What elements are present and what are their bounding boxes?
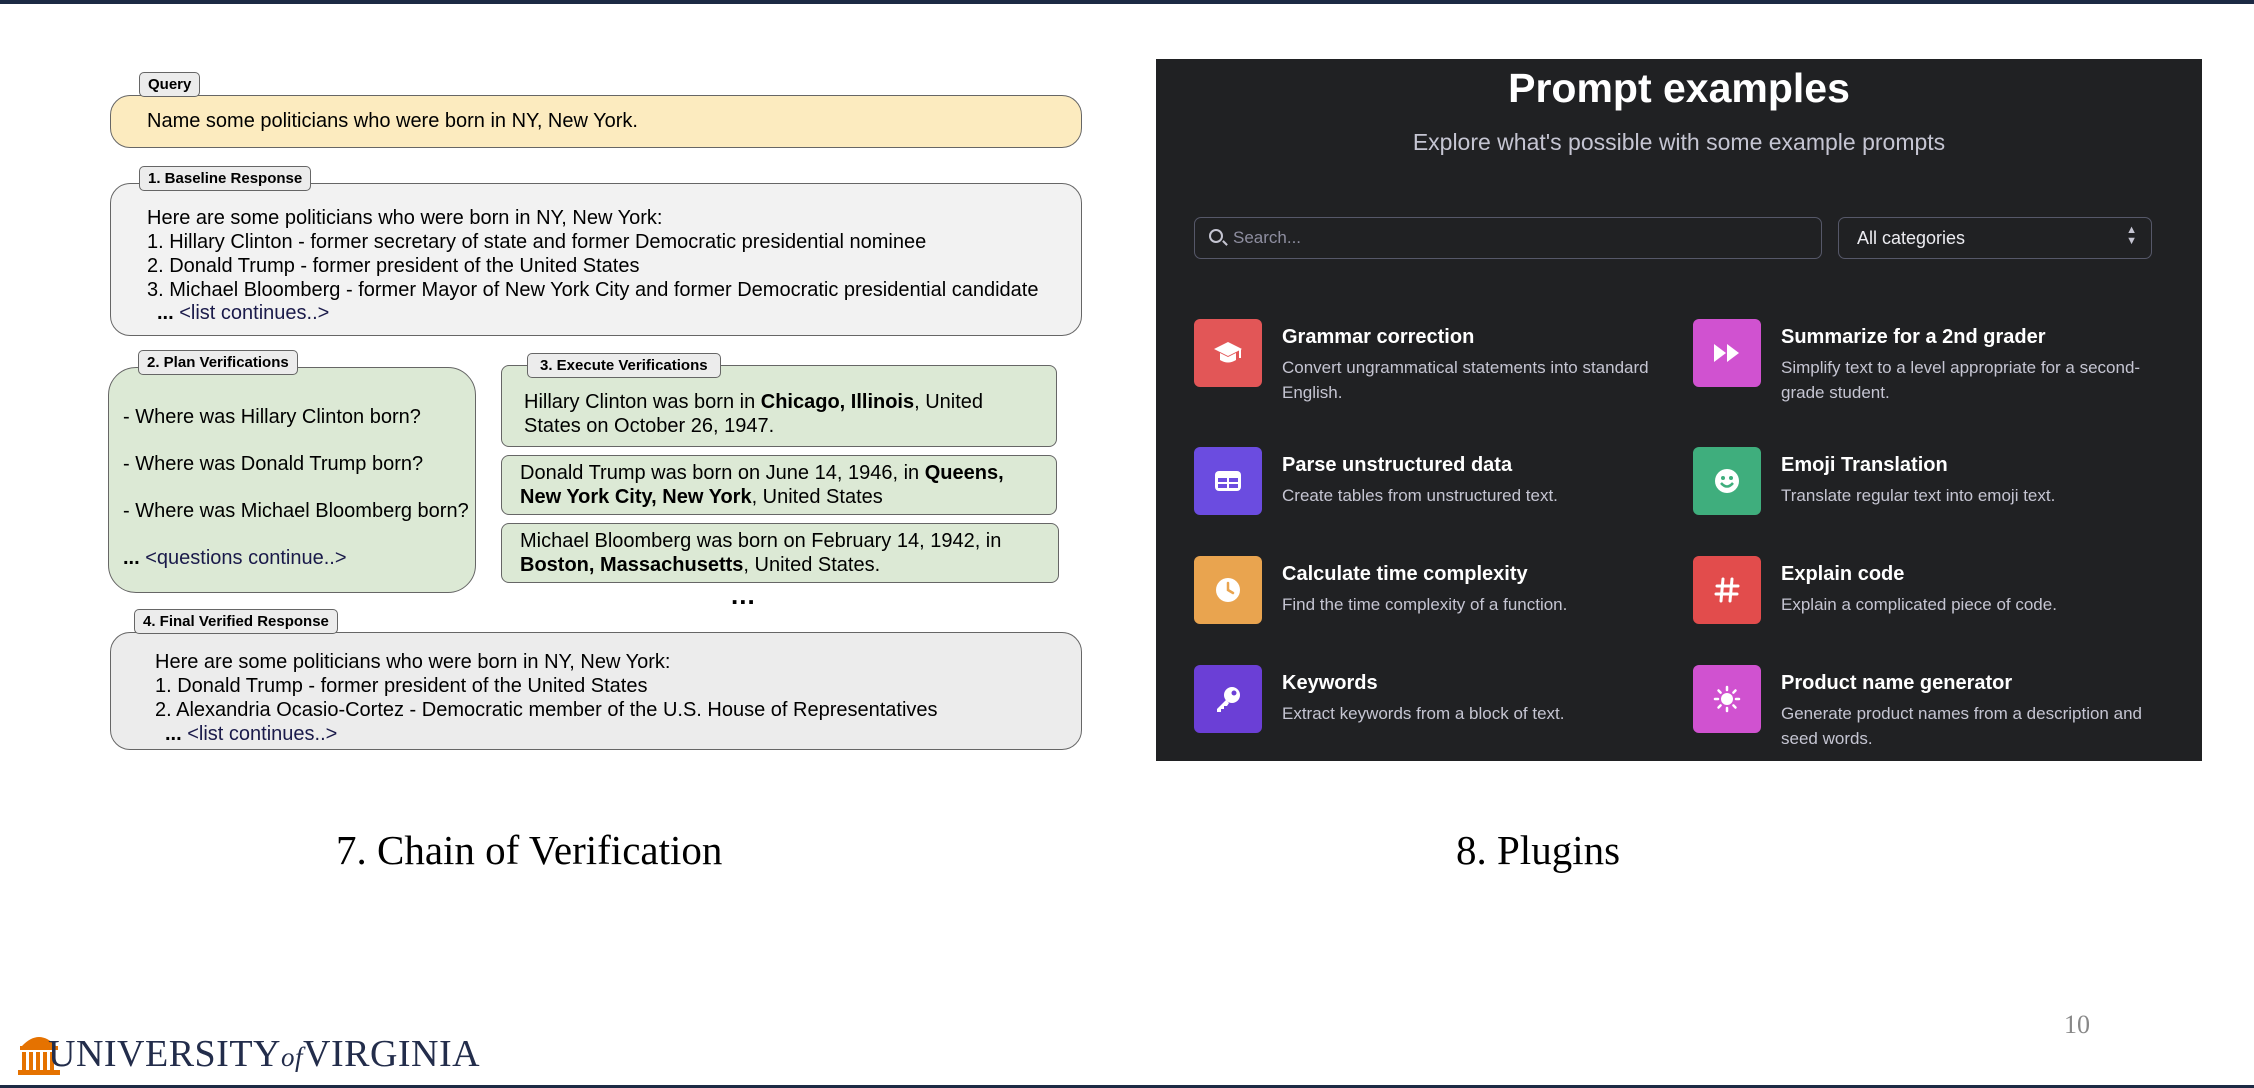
answer-text: , United States [751,486,883,508]
table-icon [1194,447,1262,515]
continues-text: <list continues..> [187,723,338,745]
lightbulb-icon [1693,665,1761,733]
baseline-line: 2. Donald Trump - former president of th… [147,255,640,277]
baseline-box: Here are some politicians who were born … [110,183,1082,336]
prompt-card-explain-code[interactable]: Explain code Explain a complicated piece… [1693,556,2153,652]
key-icon [1194,665,1262,733]
top-rule [0,0,2254,4]
search-input[interactable] [1233,226,1793,250]
answer-text: Michael Bloomberg was born on February 1… [520,530,1002,552]
card-title: Emoji Translation [1781,454,1948,476]
prompt-card-product-name[interactable]: Product name generator Generate product … [1693,665,2153,761]
execute-answer: Michael Bloomberg was born on February 1… [501,523,1059,583]
clock-icon [1194,556,1262,624]
hashtag-icon [1693,556,1761,624]
card-title: Grammar correction [1282,326,1475,348]
final-tag: 4. Final Verified Response [134,609,338,634]
logo-word: UNIVERSITY [48,1033,281,1075]
card-title: Explain code [1781,563,1905,585]
fast-forward-icon [1693,319,1761,387]
answer-location: Chicago, Illinois [760,391,915,413]
card-description: Explain a complicated piece of code. [1781,595,2057,614]
logo-word: VIRGINIA [303,1033,481,1075]
university-logo: UNIVERSITYofVIRGINIA [48,1032,480,1076]
category-select-value: All categories [1857,228,1966,248]
final-box: Here are some politicians who were born … [110,632,1082,750]
ellipsis: ... [165,723,182,745]
graduation-cap-icon [1194,319,1262,387]
final-line: 1. Donald Trump - former president of th… [155,675,648,697]
prompt-card-summarize[interactable]: Summarize for a 2nd grader Simplify text… [1693,319,2153,415]
plan-box: - Where was Hillary Clinton born? - Wher… [108,367,476,593]
execute-answer: Donald Trump was born on June 14, 1946, … [501,455,1057,515]
plan-tag: 2. Plan Verifications [138,350,298,375]
continues-text: <list continues..> [179,302,330,324]
card-title: Keywords [1282,672,1378,694]
ellipsis: ... [123,547,140,569]
query-tag: Query [139,72,201,97]
card-description: Convert ungrammatical statements into st… [1282,358,1649,402]
prompt-card-parse-data[interactable]: Parse unstructured data Create tables fr… [1194,447,1654,543]
query-text: Name some politicians who were born in N… [147,110,638,132]
prompt-card-time-complexity[interactable]: Calculate time complexity Find the time … [1194,556,1654,652]
plan-continues: ... <questions continue..> [123,546,347,570]
execute-tag: 3. Execute Verifications [527,353,721,378]
prompt-card-grammar-correction[interactable]: Grammar correction Convert ungrammatical… [1194,319,1654,415]
baseline-line: Here are some politicians who were born … [147,207,663,229]
search-icon [1209,229,1223,243]
baseline-continues: ... <list continues..> [157,301,329,325]
baseline-line: 1. Hillary Clinton - former secretary of… [147,231,927,253]
plan-question: - Where was Hillary Clinton born? [123,406,421,428]
answer-text: Hillary Clinton was born in [524,391,761,413]
plan-question: - Where was Donald Trump born? [123,453,424,475]
page-number: 10 [2064,1010,2090,1039]
prompt-card-keywords[interactable]: Keywords Extract keywords from a block o… [1194,665,1654,761]
category-select[interactable]: All categories ▲ ▼ [1838,217,2152,259]
logo-word: of [280,1042,303,1072]
query-box: Name some politicians who were born in N… [110,95,1082,148]
continues-text: <questions continue..> [145,547,347,569]
prompt-examples-panel: Prompt examples Explore what's possible … [1156,59,2202,761]
panel-title: Prompt examples [1508,65,1850,111]
panel-subtitle: Explore what's possible with some exampl… [1412,129,1946,155]
card-description: Translate regular text into emoji text. [1781,486,2056,505]
search-box[interactable] [1194,217,1822,259]
card-title: Calculate time complexity [1282,563,1528,585]
answer-text: , United States. [743,554,881,576]
plan-question: - Where was Michael Bloomberg born? [123,500,469,522]
final-line: Here are some politicians who were born … [155,651,671,673]
card-description: Create tables from unstructured text. [1282,486,1558,505]
chevron-up-down-icon: ▲ ▼ [2126,224,2137,247]
more-verifications: ... [731,580,756,610]
smiley-icon [1693,447,1761,515]
card-title: Summarize for a 2nd grader [1781,326,2046,348]
answer-location: Boston, Massachusetts [520,554,744,576]
card-title: Product name generator [1781,672,2013,694]
baseline-tag: 1. Baseline Response [139,166,312,191]
card-description: Find the time complexity of a function. [1282,595,1568,614]
final-continues: ... <list continues..> [165,722,337,746]
plugins-caption: 8. Plugins [1456,827,1621,873]
answer-text: Donald Trump was born on June 14, 1946, … [520,462,925,484]
baseline-line: 3. Michael Bloomberg - former Mayor of N… [147,279,1039,301]
card-description: Generate product names from a descriptio… [1781,704,2142,748]
cove-caption: 7. Chain of Verification [336,827,723,873]
card-description: Simplify text to a level appropriate for… [1781,358,2141,402]
card-title: Parse unstructured data [1282,454,1513,476]
final-line: 2. Alexandria Ocasio-Cortez - Democratic… [155,699,938,721]
ellipsis: ... [157,302,174,324]
prompt-card-emoji-translation[interactable]: Emoji Translation Translate regular text… [1693,447,2153,543]
card-description: Extract keywords from a block of text. [1282,704,1565,723]
